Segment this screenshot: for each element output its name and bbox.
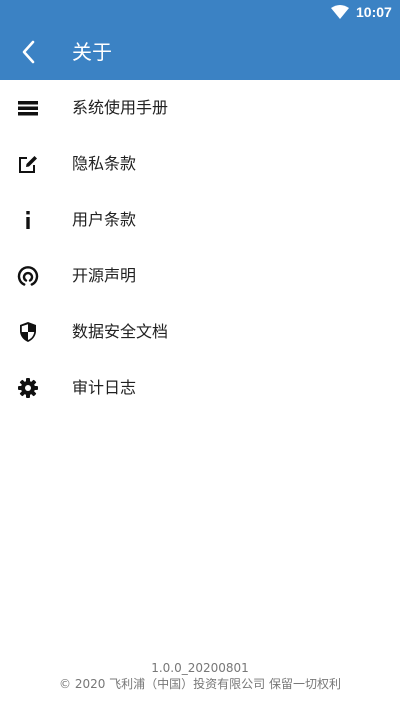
gear-icon [18, 378, 38, 398]
menu-item-user-manual[interactable]: 系统使用手册 [0, 80, 400, 136]
menu-item-label: 开源声明 [72, 266, 137, 285]
menu-item-user-terms[interactable]: 用户条款 [0, 192, 400, 248]
menu-item-label: 数据安全文档 [72, 322, 169, 341]
menu-item-label: 用户条款 [72, 210, 137, 229]
copyright-text: © 2020 飞利浦（中国）投资有限公司 保留一切权利 [59, 677, 341, 691]
arrow-back-icon[interactable] [16, 38, 44, 66]
menu-item-open-source[interactable]: 开源声明 [0, 248, 400, 304]
menu-item-data-security[interactable]: 数据安全文档 [0, 304, 400, 360]
status-bar: 10:07 [0, 0, 400, 24]
info-icon [26, 211, 30, 229]
status-time: 10:07 [356, 4, 392, 20]
menu-item-label: 隐私条款 [72, 154, 137, 173]
wifi-icon [331, 5, 349, 19]
menu-item-label: 系统使用手册 [72, 98, 169, 117]
list-icon [18, 101, 38, 116]
menu-item-label: 审计日志 [72, 378, 137, 397]
open-source-icon [17, 266, 39, 286]
app-bar: 关于 [0, 24, 400, 80]
app-version: 1.0.0_20200801 [151, 661, 249, 675]
menu-item-audit-log[interactable]: 审计日志 [0, 360, 400, 416]
menu-list: 系统使用手册 隐私条款 用户条款 开源声明 数据安全文档 审计日志 [0, 80, 400, 416]
shield-icon [20, 322, 36, 342]
footer: 1.0.0_20200801 © 2020 飞利浦（中国）投资有限公司 保留一切… [0, 660, 400, 692]
page-title: 关于 [72, 40, 112, 64]
edit-icon [19, 156, 37, 173]
menu-item-privacy[interactable]: 隐私条款 [0, 136, 400, 192]
